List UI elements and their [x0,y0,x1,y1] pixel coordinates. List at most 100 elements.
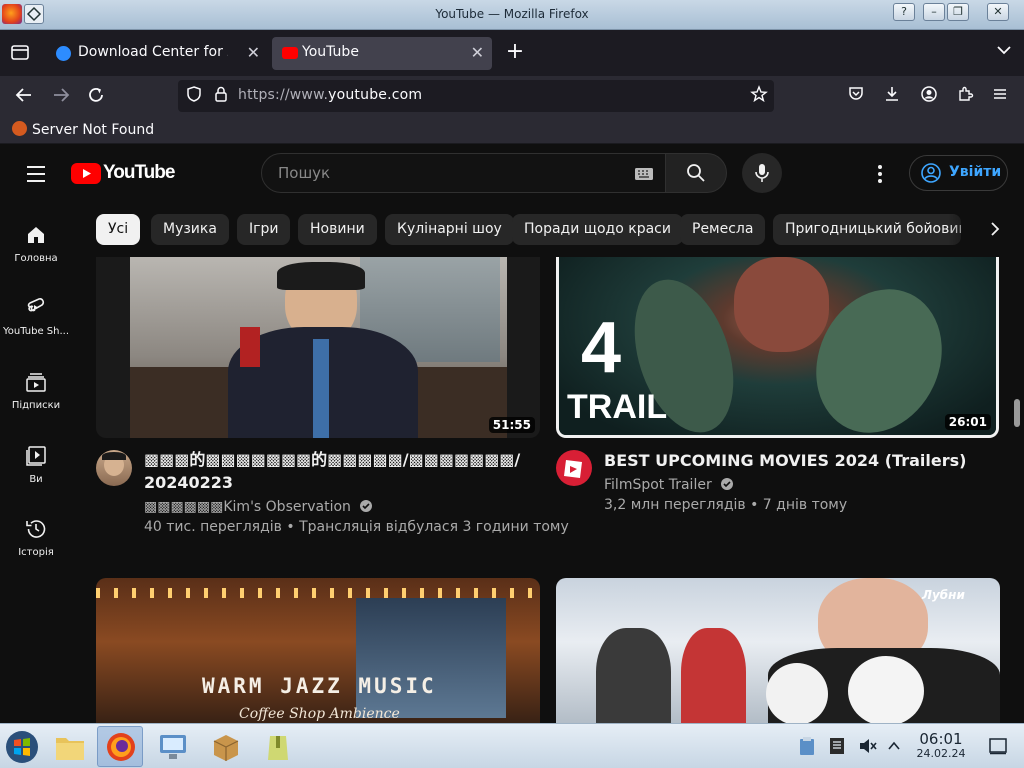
tab-youtube[interactable]: YouTube ✕ [272,37,492,70]
page-scrollbar-thumb[interactable] [1014,399,1020,427]
video-title-line: ▩▩▩的▩▩▩▩▩▩▩的▩▩▩▩▩/▩▩▩▩▩▩▩/ [144,450,521,469]
hamburger-menu-icon[interactable] [989,85,1011,107]
start-orb-icon [6,731,38,763]
chip-action-adventure[interactable]: Пригодницький бойовик [773,214,961,245]
minimize-button[interactable]: – [923,3,945,21]
clock-time: 06:01 [919,730,963,748]
chip-beauty[interactable]: Поради щодо краси [512,214,683,245]
system-clock[interactable]: 06:01 24.02.24 [906,731,976,761]
chip-music[interactable]: Музика [151,214,229,245]
chip-cooking[interactable]: Кулінарні шоу [385,214,514,245]
thumbnail-image [130,257,507,438]
close-window-button[interactable]: ✕ [987,3,1009,21]
video-title[interactable]: ▩▩▩的▩▩▩▩▩▩▩的▩▩▩▩▩/▩▩▩▩▩▩▩/ 20240223 [144,448,524,494]
start-button[interactable] [0,726,46,767]
youtube-favicon-icon [282,47,298,59]
thumbnail-subtitle-text: Coffee Shop Ambience [239,706,400,722]
thumbnail-image: 4 TRAIL [559,257,996,435]
tab-label: Download Center for Zoom [78,44,228,60]
lock-icon[interactable] [210,85,232,107]
video-duration: 26:01 [944,414,991,430]
list-all-tabs-icon[interactable] [9,42,31,64]
chip-games[interactable]: Ігри [237,214,291,245]
bookmark-item[interactable]: Server Not Found [12,121,154,138]
video-thumbnail[interactable]: Лубни [556,578,1000,723]
clock-date: 24.02.24 [916,747,966,760]
channel-avatar[interactable] [556,450,592,486]
package-manager-taskbar-icon[interactable] [203,726,249,767]
forward-arrow-icon[interactable] [50,85,72,107]
tab-zoom-download[interactable]: Download Center for Zoom ✕ [46,37,268,70]
tab-close-icon[interactable]: ✕ [471,43,484,62]
back-arrow-icon[interactable] [13,85,35,107]
bookmark-label: Server Not Found [32,122,155,138]
file-manager-taskbar-icon[interactable] [47,726,93,767]
search-icon [687,164,705,182]
new-tab-button[interactable]: + [504,41,526,63]
reload-icon[interactable] [85,85,107,107]
sidebar-item-you[interactable]: Ви [0,444,72,485]
snowy-window [356,598,506,718]
thumbnail-number-text: 4 [581,308,622,388]
chip-news[interactable]: Новини [298,214,377,245]
sidebar-item-shorts[interactable]: YouTube Sh... [0,296,72,337]
url-text: https://www.youtube.com [238,87,422,103]
thumbnail-title-text: WARM JAZZ MUSIC [202,674,437,698]
shorts-icon [27,298,45,312]
search-button[interactable] [665,153,727,193]
tracking-shield-icon[interactable] [183,85,205,107]
help-button[interactable]: ? [893,3,915,21]
voice-search-button[interactable] [742,153,782,193]
presenter-hair [277,262,365,290]
video-thumbnail[interactable]: 51:55 [96,257,540,438]
chip-all[interactable]: Усі [96,214,141,245]
sidebar-item-label: Підписки [11,400,61,411]
address-bar[interactable]: https://www.youtube.com [178,80,774,112]
keyboard-icon[interactable] [634,166,654,185]
account-icon[interactable] [918,85,940,107]
bookmarks-toolbar: Server Not Found [0,116,1024,144]
chevron-up-icon[interactable] [886,738,902,758]
guide-menu-icon[interactable] [24,163,48,189]
channel-name[interactable]: ▩▩▩▩▩▩Kim's Observation [144,497,373,517]
sign-in-button[interactable]: Увійти [909,155,1008,191]
show-desktop-icon[interactable] [988,736,1008,760]
video-title[interactable]: BEST UPCOMING MOVIES 2024 (Trailers) [604,449,994,472]
youtube-logo[interactable]: YouTube [71,161,175,187]
verified-check-icon [360,500,373,512]
clipboard-tray-icon[interactable] [798,736,816,760]
home-icon [28,227,44,243]
sidebar-item-home[interactable]: Головна [0,223,72,264]
firefox-taskbar-icon[interactable] [97,726,143,767]
chip-crafts[interactable]: Ремесла [680,214,766,245]
chevron-right-icon[interactable] [985,219,1005,243]
presenter-tie [313,339,329,438]
settings-more-icon[interactable] [872,163,888,189]
channel-name[interactable]: FilmSpot Trailer [604,475,734,495]
avatar-hair [102,452,126,460]
extensions-icon[interactable] [954,85,976,107]
bookmark-star-icon[interactable] [748,85,770,107]
archive-taskbar-icon[interactable] [255,726,301,767]
tab-label: YouTube [302,44,359,60]
channel-avatar[interactable] [96,450,132,486]
volume-muted-icon[interactable] [857,736,877,760]
search-input[interactable]: Пошук [261,153,666,193]
tab-close-icon[interactable]: ✕ [247,43,260,62]
sidebar-item-subscriptions[interactable]: Підписки [0,370,72,411]
pocket-icon[interactable] [845,85,867,107]
notes-tray-icon[interactable] [829,737,845,759]
url-prefix: https://www. [238,87,329,103]
window-title: YouTube — Mozilla Firefox [435,7,589,21]
chevron-down-icon[interactable] [993,42,1015,64]
video-thumbnail[interactable]: 4 TRAIL 26:01 [556,257,999,438]
video-title-line: 20240223 [144,473,234,492]
video-thumbnail[interactable]: WARM JAZZ MUSIC Coffee Shop Ambience [96,578,540,723]
taskbar: 06:01 24.02.24 [0,723,1024,768]
sidebar-item-history[interactable]: Історія [0,517,72,558]
channel-name-text: FilmSpot Trailer [604,477,712,493]
remote-desktop-taskbar-icon[interactable] [150,726,196,767]
sign-in-label: Увійти [949,164,1002,180]
maximize-button[interactable]: ❐ [947,3,969,21]
downloads-icon[interactable] [881,85,903,107]
